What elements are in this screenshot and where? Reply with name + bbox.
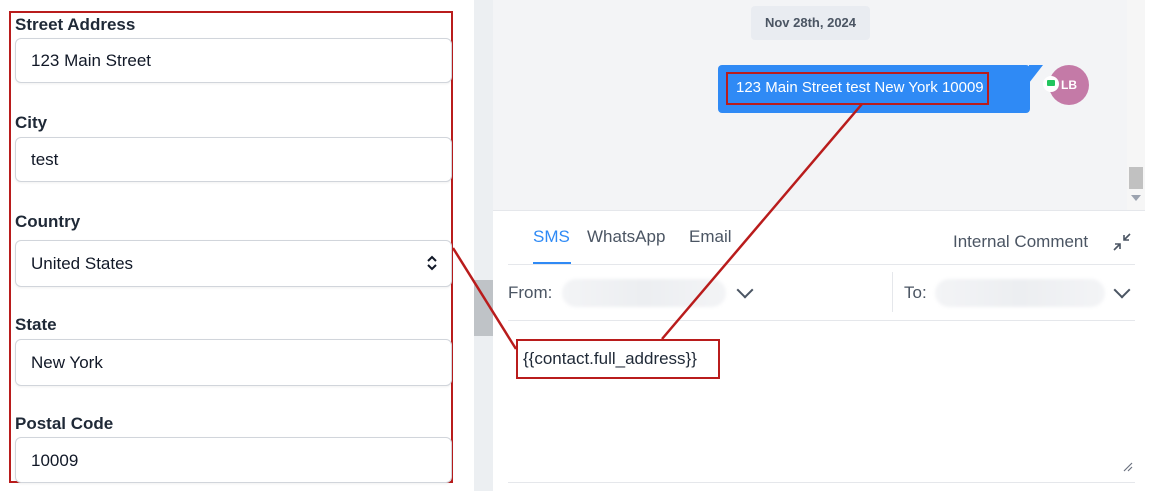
date-separator: Nov 28th, 2024 — [751, 6, 870, 40]
bubble-tail — [1029, 65, 1043, 83]
panel-scrollbar-track[interactable] — [474, 0, 493, 491]
from-number-select[interactable] — [562, 279, 726, 307]
street-address-input[interactable]: 123 Main Street — [15, 38, 452, 83]
city-input[interactable]: test — [15, 137, 452, 182]
postal-code-input[interactable]: 10009 — [15, 437, 452, 483]
minimize-icon[interactable] — [1113, 233, 1131, 251]
state-label: State — [15, 315, 57, 334]
country-label: Country — [15, 212, 81, 231]
resize-handle-icon[interactable] — [1121, 460, 1133, 472]
to-number-select[interactable] — [935, 279, 1105, 307]
country-select-value: United States — [31, 254, 134, 273]
header-divider — [508, 320, 1135, 321]
conversation-scrollbar-thumb[interactable] — [1129, 167, 1143, 189]
scroll-down-arrow-icon[interactable] — [1131, 195, 1141, 201]
from-label: From: — [508, 283, 553, 302]
composer-bottom-divider — [508, 482, 1135, 483]
country-select[interactable]: United States — [15, 240, 452, 287]
from-to-divider — [892, 272, 893, 312]
tab-email[interactable]: Email — [689, 227, 732, 247]
street-address-label: Street Address — [15, 15, 136, 34]
tabs-divider — [508, 264, 1135, 265]
tab-sms[interactable]: SMS — [533, 227, 570, 247]
tab-whatsapp[interactable]: WhatsApp — [587, 227, 665, 247]
message-text: 123 Main Street test New York 10009 — [726, 72, 989, 105]
city-label: City — [15, 113, 48, 132]
message-body-input[interactable]: {{contact.full_address}} — [516, 339, 720, 379]
sms-channel-icon — [1043, 76, 1059, 92]
select-updown-icon — [427, 255, 437, 271]
panel-scrollbar-thumb[interactable] — [474, 280, 493, 336]
state-input[interactable]: New York — [15, 339, 452, 386]
to-label: To: — [904, 283, 927, 302]
internal-comment-tab[interactable]: Internal Comment — [953, 232, 1088, 252]
postal-code-label: Postal Code — [15, 414, 114, 433]
